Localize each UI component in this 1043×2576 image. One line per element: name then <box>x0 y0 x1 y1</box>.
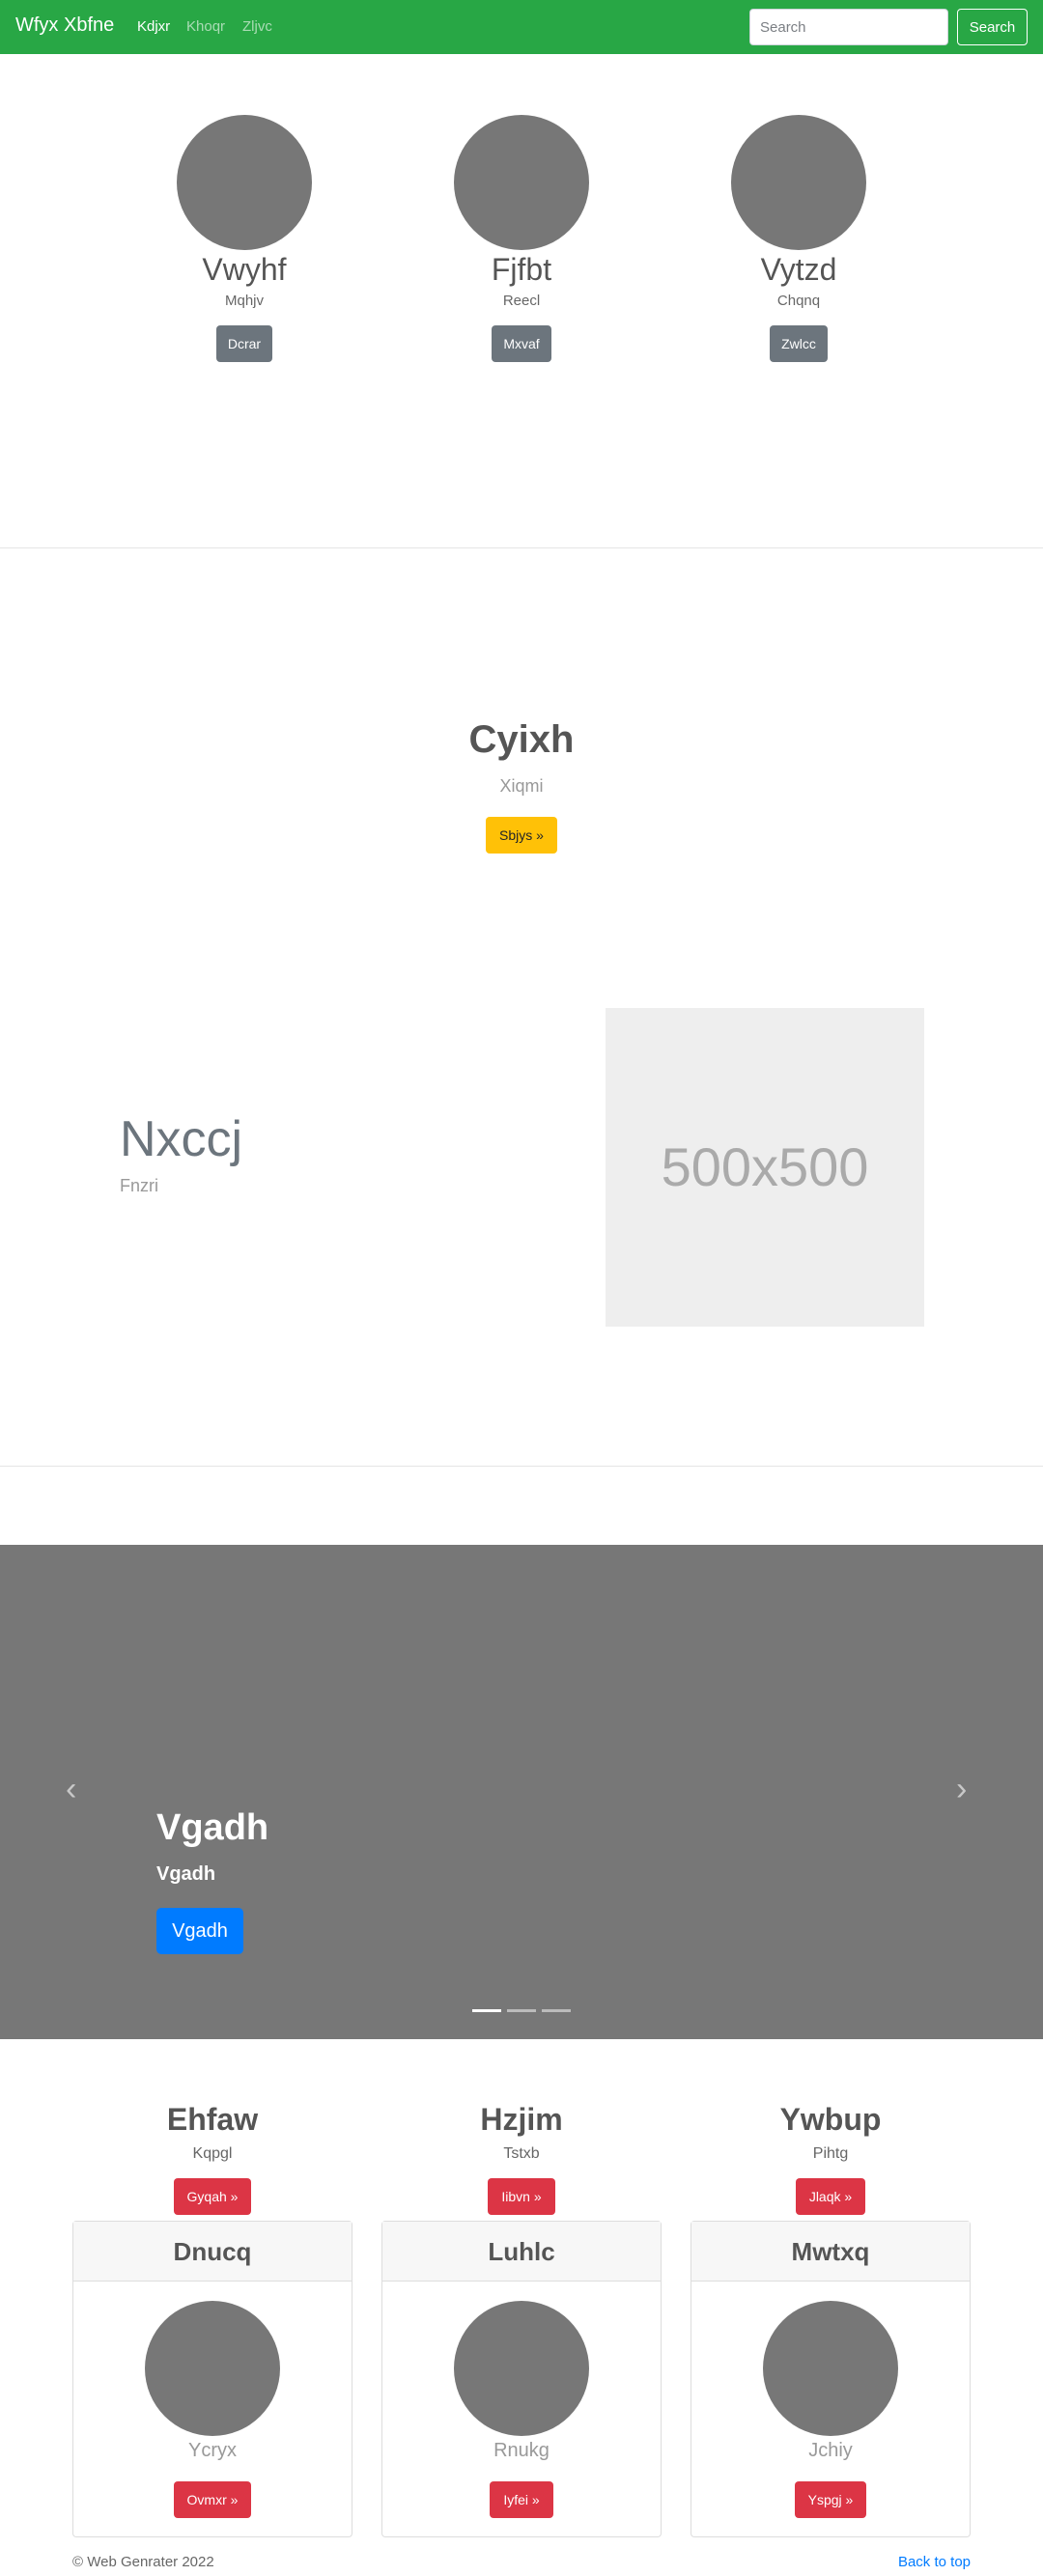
card-button[interactable]: Yspgj » <box>794 2481 867 2518</box>
card-sub: Ycryx <box>188 2440 237 2461</box>
marketing-item: Vytzd Chqnq Zwlcc <box>692 115 905 362</box>
featurette-image-placeholder: 500x500 <box>606 1008 924 1327</box>
carousel-title: Vgadh <box>156 1807 269 1848</box>
jumbotron-button[interactable]: Sbjys » <box>486 817 557 854</box>
marketing-button[interactable]: Mxvaf <box>492 325 551 362</box>
column-sub: Pihtg <box>812 2145 849 2162</box>
navbar-brand[interactable]: Wfyx Xbfne <box>15 14 114 37</box>
search-button[interactable]: Search <box>957 9 1028 45</box>
avatar-placeholder <box>177 115 312 250</box>
avatar-placeholder <box>454 115 589 250</box>
jumbotron-sub: Xiqmi <box>499 776 544 796</box>
carousel-sub: Vgadh <box>156 1863 216 1885</box>
column-button[interactable]: Iibvn » <box>488 2178 555 2215</box>
column-name: Hzjim <box>480 2102 563 2137</box>
nav-link-khoqr[interactable]: Khoqr <box>186 18 225 35</box>
carousel: ‹ › Vgadh Vgadh Vgadh <box>0 1545 1043 2039</box>
marketing-item: Fjfbt Reecl Mxvaf <box>415 115 628 362</box>
marketing-sub: Chqnq <box>776 293 821 309</box>
column-button[interactable]: Jlaqk » <box>795 2178 866 2215</box>
card-header: Mwtxq <box>691 2222 970 2282</box>
card-sub: Rnukg <box>493 2440 550 2461</box>
avatar-placeholder <box>731 115 866 250</box>
column-item: Ehfaw Kqpgl Gyqah » <box>72 2095 352 2215</box>
card: Luhlc Rnukg Iyfei » <box>381 2221 662 2537</box>
marketing-button[interactable]: Dcrar <box>215 325 273 362</box>
column-sub: Tstxb <box>503 2145 540 2162</box>
search-input[interactable] <box>749 9 948 45</box>
carousel-indicator[interactable] <box>507 2009 536 2012</box>
marketing-name: Vytzd <box>760 252 837 287</box>
marketing-button[interactable]: Zwlcc <box>770 325 828 362</box>
marketing-sub: Reecl <box>502 293 541 309</box>
featurette-sub: Fnzri <box>120 1176 158 1195</box>
featurette-heading: Nxccj <box>120 1111 243 1167</box>
card-button[interactable]: Ovmxr » <box>173 2481 252 2518</box>
divider <box>0 547 1043 548</box>
card-header: Dnucq <box>73 2222 352 2282</box>
card-sub: Jchiy <box>808 2440 853 2461</box>
jumbotron-title: Cyixh <box>468 718 575 761</box>
column-name: Ywbup <box>779 2102 882 2137</box>
card: Dnucq Ycryx Ovmxr » <box>72 2221 352 2537</box>
column-item: Ywbup Pihtg Jlaqk » <box>691 2095 971 2215</box>
chevron-left-icon[interactable]: ‹ <box>66 1771 76 1808</box>
footer-copyright: © Web Genrater 2022 <box>72 2554 214 2570</box>
navbar: Wfyx Xbfne Kdjxr Khoqr Zljvc Search <box>0 0 1043 54</box>
avatar-placeholder <box>763 2301 898 2436</box>
nav-link-zljvc[interactable]: Zljvc <box>242 18 272 35</box>
marketing-name: Vwyhf <box>202 252 287 287</box>
marketing-name: Fjfbt <box>491 252 552 287</box>
column-name: Ehfaw <box>166 2102 259 2137</box>
nav-link-kdjxr[interactable]: Kdjxr <box>137 18 170 35</box>
carousel-button[interactable]: Vgadh <box>156 1908 243 1954</box>
carousel-indicator[interactable] <box>472 2009 501 2012</box>
card-button[interactable]: Iyfei » <box>490 2481 553 2518</box>
avatar-placeholder <box>454 2301 589 2436</box>
back-to-top-link[interactable]: Back to top <box>898 2554 971 2570</box>
column-item: Hzjim Tstxb Iibvn » <box>381 2095 662 2215</box>
divider <box>0 1466 1043 1467</box>
chevron-right-icon[interactable]: › <box>956 1771 967 1808</box>
avatar-placeholder <box>145 2301 280 2436</box>
carousel-indicator[interactable] <box>542 2009 571 2012</box>
marketing-item: Vwyhf Mqhjv Dcrar <box>138 115 351 362</box>
card: Mwtxq Jchiy Yspgj » <box>691 2221 971 2537</box>
card-header: Luhlc <box>382 2222 661 2282</box>
marketing-sub: Mqhjv <box>224 293 264 309</box>
column-button[interactable]: Gyqah » <box>173 2178 252 2215</box>
column-sub: Kqpgl <box>192 2145 233 2162</box>
